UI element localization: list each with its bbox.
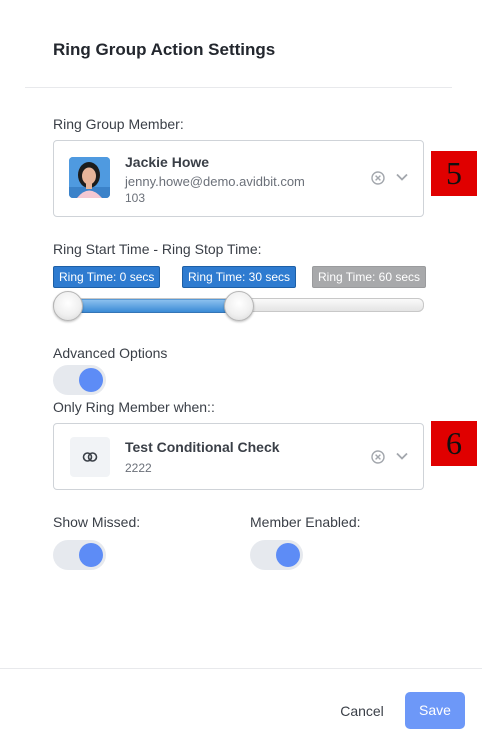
save-button[interactable]: Save — [405, 692, 465, 729]
member-label: Ring Group Member: — [53, 116, 184, 132]
show-missed-label: Show Missed: — [53, 514, 141, 530]
advanced-options-label: Advanced Options — [53, 345, 168, 361]
ring-start-time-pill: Ring Time: 0 secs — [53, 266, 161, 288]
toggle-knob — [79, 368, 103, 392]
member-email: jenny.howe@demo.avidbit.com — [125, 174, 305, 189]
toggle-knob — [276, 543, 300, 567]
condition-name: Test Conditional Check — [125, 439, 280, 455]
condition-select[interactable]: Test Conditional Check 2222 — [53, 423, 424, 490]
annotation-marker-5: 5 — [431, 151, 477, 196]
member-name: Jackie Howe — [125, 154, 210, 170]
toggle-knob — [79, 543, 103, 567]
cancel-button[interactable]: Cancel — [327, 694, 397, 728]
member-select[interactable]: Jackie Howe jenny.howe@demo.avidbit.com … — [53, 140, 424, 217]
footer-divider — [0, 668, 482, 669]
ring-time-label: Ring Start Time - Ring Stop Time: — [53, 241, 262, 257]
ring-max-time-pill: Ring Time: 60 secs — [312, 266, 427, 288]
ring-stop-slider-handle[interactable] — [224, 291, 254, 321]
avatar — [69, 157, 110, 198]
clear-icon[interactable] — [371, 171, 385, 185]
member-extension: 103 — [125, 191, 146, 205]
ring-start-slider-handle[interactable] — [53, 291, 83, 321]
dialog-title: Ring Group Action Settings — [53, 40, 276, 59]
chevron-down-icon[interactable] — [395, 170, 409, 184]
advanced-options-toggle[interactable] — [53, 365, 106, 395]
member-enabled-toggle[interactable] — [250, 540, 303, 570]
condition-label: Only Ring Member when:: — [53, 399, 215, 415]
show-missed-toggle[interactable] — [53, 540, 106, 570]
annotation-marker-6: 6 — [431, 421, 477, 466]
header-divider — [25, 87, 452, 88]
condition-code: 2222 — [125, 461, 152, 475]
ring-time-slider-range — [67, 299, 238, 313]
ring-stop-time-pill: Ring Time: 30 secs — [182, 266, 297, 288]
clear-icon[interactable] — [371, 450, 385, 464]
condition-icon — [70, 437, 110, 477]
member-enabled-label: Member Enabled: — [250, 514, 361, 530]
chevron-down-icon[interactable] — [395, 449, 409, 463]
